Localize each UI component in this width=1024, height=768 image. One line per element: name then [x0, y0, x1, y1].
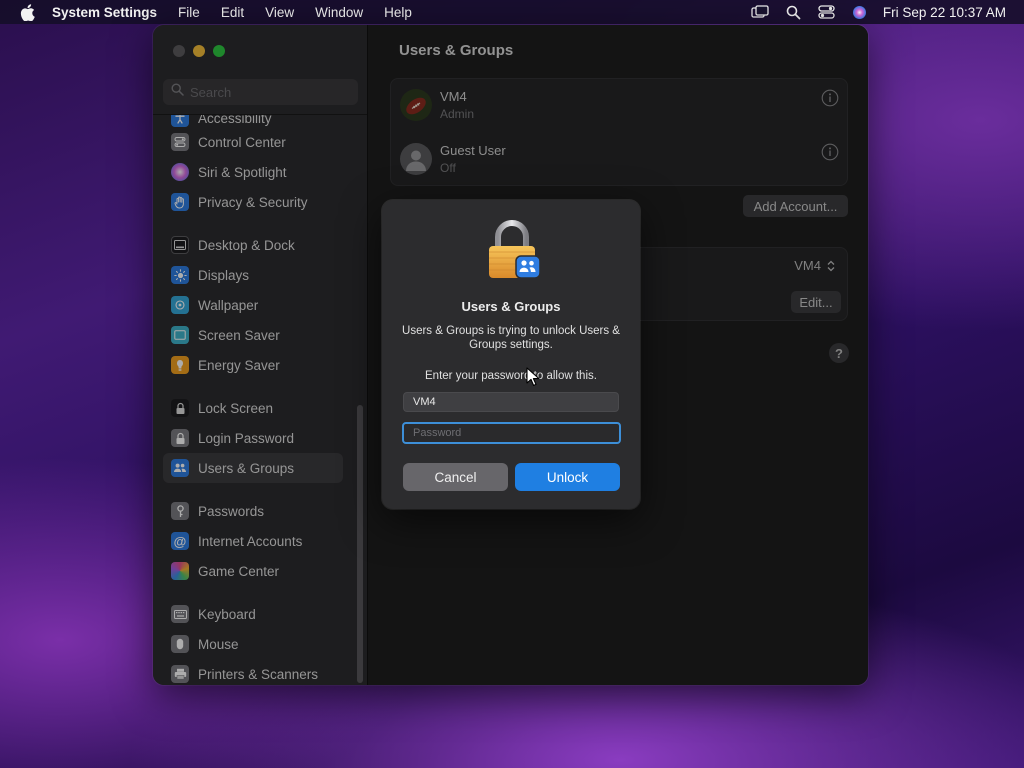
menu-edit[interactable]: Edit — [221, 5, 244, 20]
dialog-message: Users & Groups is trying to unlock Users… — [402, 325, 620, 351]
spotlight-search-icon[interactable] — [786, 5, 801, 20]
padlock-icon — [486, 220, 542, 282]
dialog-title: Users & Groups — [461, 299, 561, 314]
menu-window[interactable]: Window — [315, 5, 363, 20]
apple-menu-icon[interactable] — [18, 3, 36, 21]
password-field[interactable] — [402, 422, 621, 444]
menu-bar-clock[interactable]: Fri Sep 22 10:37 AM — [883, 5, 1006, 20]
menu-bar: System Settings File Edit View Window He… — [0, 0, 1024, 24]
username-field[interactable] — [403, 392, 619, 412]
menu-view[interactable]: View — [265, 5, 294, 20]
screen-mirroring-icon[interactable] — [751, 5, 769, 19]
mouse-pointer-icon — [526, 367, 540, 387]
menu-help[interactable]: Help — [384, 5, 412, 20]
unlock-dialog: Users & Groups Users & Groups is trying … — [382, 200, 640, 509]
siri-icon[interactable] — [852, 5, 867, 20]
dialog-prompt: Enter your password to allow this. — [425, 370, 597, 382]
cancel-button[interactable]: Cancel — [403, 463, 508, 491]
unlock-button[interactable]: Unlock — [515, 463, 620, 491]
menu-file[interactable]: File — [178, 5, 200, 20]
control-center-icon[interactable] — [818, 5, 835, 19]
menu-app-name[interactable]: System Settings — [52, 5, 157, 20]
